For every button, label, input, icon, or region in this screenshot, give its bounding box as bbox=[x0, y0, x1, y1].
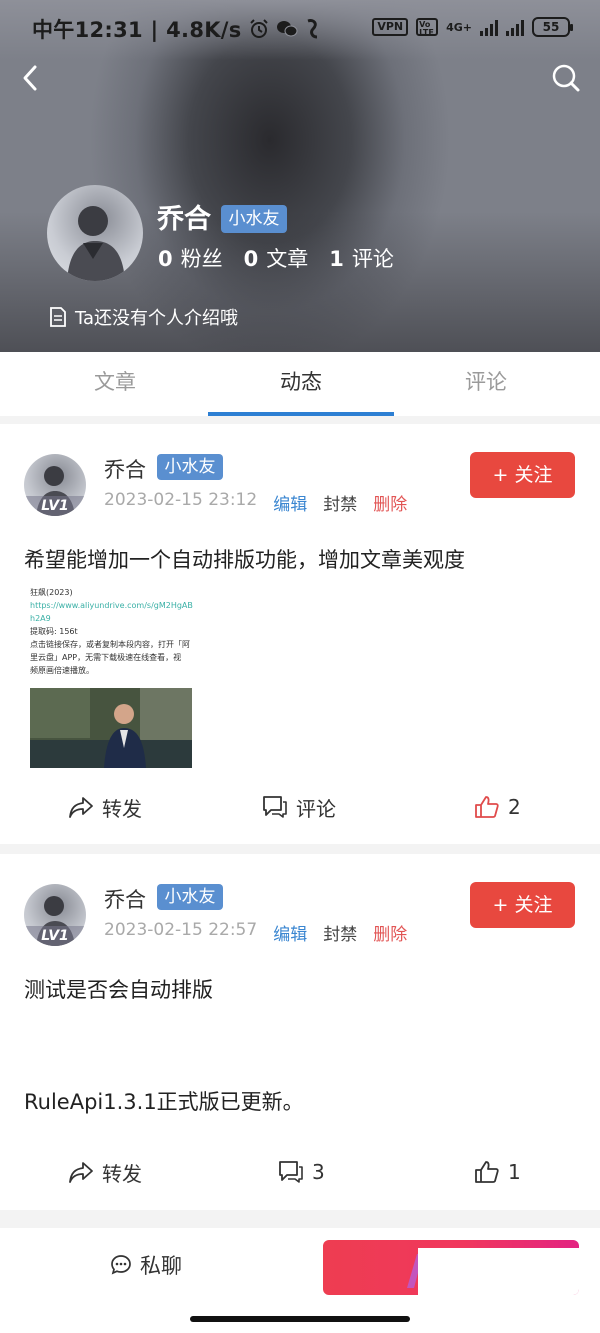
primary-action-button[interactable] bbox=[323, 1240, 579, 1295]
signal-icon bbox=[480, 18, 498, 36]
document-icon bbox=[50, 307, 66, 327]
share-icon bbox=[69, 1162, 93, 1183]
signal-icon-2 bbox=[506, 18, 524, 36]
like-count: 2 bbox=[508, 795, 521, 819]
avatar[interactable] bbox=[47, 185, 143, 281]
profile-page: 中午12:31 | 4.8K/s VPN Vo LTE 4G+ 55 乔合 小水… bbox=[0, 0, 600, 1333]
like-count: 1 bbox=[508, 1160, 521, 1184]
post-meta: 2023-02-15 23:12 编辑 封禁 删除 bbox=[104, 490, 407, 515]
follow-button[interactable]: + 关注 bbox=[470, 452, 575, 498]
volte-indicator: Vo LTE bbox=[416, 18, 439, 37]
level-label: LV1 bbox=[24, 926, 86, 946]
home-indicator[interactable] bbox=[190, 1316, 410, 1322]
battery-icon: 55 bbox=[532, 17, 573, 37]
post-text-line-1: 测试是否会自动排版 bbox=[24, 978, 213, 1002]
post-author[interactable]: 乔合 bbox=[104, 454, 146, 484]
search-icon[interactable] bbox=[550, 62, 582, 94]
status-time: 中午12:31 | 4.8K/s bbox=[32, 18, 242, 42]
profile-tabs: 文章 动态 评论 bbox=[0, 352, 600, 416]
post-card: LV1 乔合 小水友 2023-02-15 22:57 编辑 封禁 删除 + 关… bbox=[0, 854, 600, 1210]
level-badge: 小水友 bbox=[221, 205, 287, 233]
post-avatar[interactable]: LV1 bbox=[24, 884, 86, 946]
level-label: LV1 bbox=[24, 496, 86, 516]
tab-articles[interactable]: 文章 bbox=[22, 352, 208, 416]
vpn-indicator: VPN bbox=[372, 18, 409, 36]
delete-link[interactable]: 删除 bbox=[373, 920, 407, 945]
post-time: 2023-02-15 23:12 bbox=[104, 490, 258, 510]
comment-icon bbox=[263, 796, 287, 818]
stat-fans[interactable]: 0 粉丝 bbox=[158, 243, 223, 273]
edit-link[interactable]: 编辑 bbox=[273, 920, 307, 945]
chat-icon bbox=[111, 1255, 131, 1275]
follow-button[interactable]: + 关注 bbox=[470, 882, 575, 928]
private-chat-button[interactable]: 私聊 bbox=[110, 1250, 182, 1280]
thumbs-up-icon bbox=[475, 796, 499, 818]
ban-link[interactable]: 封禁 bbox=[323, 920, 357, 945]
post-author[interactable]: 乔合 bbox=[104, 884, 146, 914]
profile-bio: Ta还没有个人介绍哦 bbox=[49, 304, 238, 330]
alarm-icon bbox=[249, 19, 268, 38]
notification-icon bbox=[307, 19, 317, 39]
comment-icon bbox=[279, 1161, 303, 1183]
like-button[interactable]: 2 bbox=[474, 787, 521, 827]
status-bar: 中午12:31 | 4.8K/s VPN Vo LTE 4G+ 55 bbox=[0, 0, 600, 60]
post-meta: 2023-02-15 22:57 编辑 封禁 删除 bbox=[104, 920, 407, 945]
profile-header: 中午12:31 | 4.8K/s VPN Vo LTE 4G+ 55 乔合 小水… bbox=[0, 0, 600, 352]
ban-link[interactable]: 封禁 bbox=[323, 490, 357, 515]
edit-link[interactable]: 编辑 bbox=[273, 490, 307, 515]
post-text-line-2: RuleApi1.3.1正式版已更新。 bbox=[24, 1090, 304, 1114]
post-time: 2023-02-15 22:57 bbox=[104, 920, 258, 940]
level-badge: 小水友 bbox=[157, 454, 223, 480]
comment-count: 3 bbox=[312, 1160, 325, 1184]
post-actions: 转发 3 1 bbox=[0, 1152, 600, 1192]
comment-button[interactable]: 3 bbox=[278, 1152, 325, 1192]
bottom-bar: 私聊 bbox=[0, 1228, 600, 1333]
share-icon bbox=[69, 797, 93, 818]
like-button[interactable]: 1 bbox=[474, 1152, 521, 1192]
attachment-text[interactable]: 狂飙(2023) https://www.aliyundrive.com/s/g… bbox=[30, 586, 200, 677]
stat-comments[interactable]: 1 评论 bbox=[329, 243, 394, 273]
avatar-photo bbox=[67, 206, 125, 281]
stat-articles[interactable]: 0 文章 bbox=[244, 243, 309, 273]
wechat-icon bbox=[276, 21, 298, 37]
thumbs-up-icon bbox=[475, 1161, 499, 1183]
share-button[interactable]: 转发 bbox=[68, 787, 142, 827]
back-icon[interactable] bbox=[16, 62, 46, 94]
post-avatar[interactable]: LV1 bbox=[24, 454, 86, 516]
tab-activity[interactable]: 动态 bbox=[208, 352, 394, 416]
share-button[interactable]: 转发 bbox=[68, 1152, 142, 1192]
profile-stats: 0 粉丝 0 文章 1 评论 bbox=[158, 243, 394, 273]
post-image[interactable] bbox=[30, 688, 192, 768]
obscured-region bbox=[418, 1248, 579, 1295]
delete-link[interactable]: 删除 bbox=[373, 490, 407, 515]
post-text: 希望能增加一个自动排版功能，增加文章美观度 bbox=[24, 548, 465, 572]
profile-name: 乔合 bbox=[157, 204, 211, 235]
comment-button[interactable]: 评论 bbox=[262, 787, 336, 827]
network-type: 4G+ bbox=[446, 20, 472, 34]
post-actions: 转发 评论 2 bbox=[0, 787, 600, 827]
tab-indicator bbox=[208, 412, 394, 416]
tab-comments[interactable]: 评论 bbox=[393, 352, 579, 416]
level-badge: 小水友 bbox=[157, 884, 223, 910]
